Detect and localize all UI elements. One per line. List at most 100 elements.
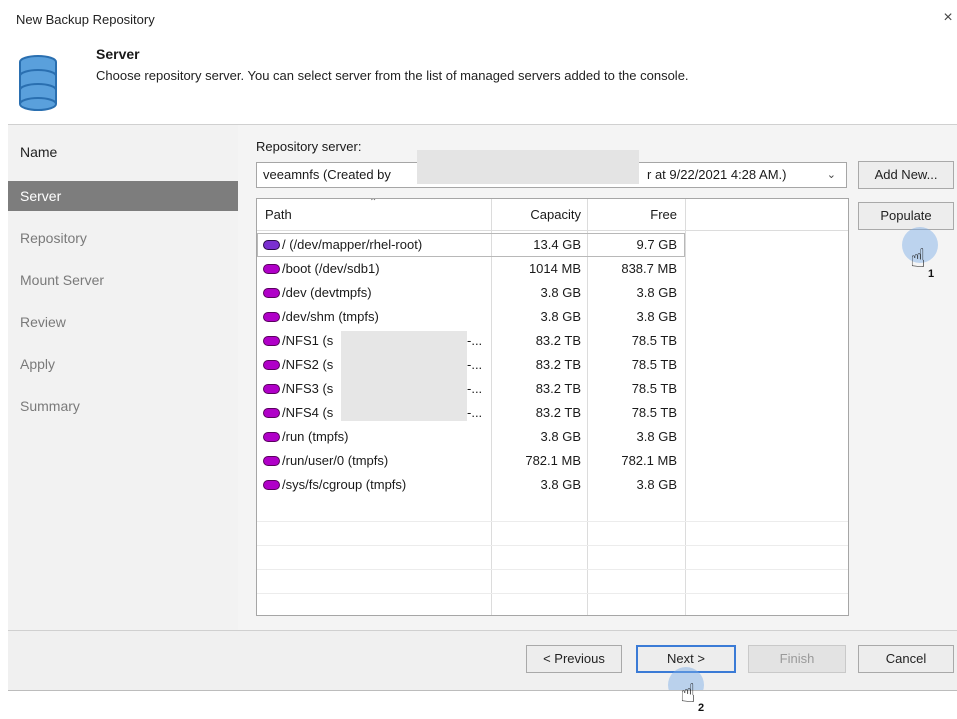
table-row[interactable]: /run/user/0 (tmpfs) 782.1 MB 782.1 MB xyxy=(257,449,685,473)
table-row[interactable]: /NFS1 (s -... 83.2 TB 78.5 TB xyxy=(257,329,685,353)
step-number-1: 1 xyxy=(928,268,935,280)
table-row[interactable]: / (/dev/mapper/rhel-root) 13.4 GB 9.7 GB xyxy=(257,233,685,257)
title-bar: New Backup Repository × xyxy=(8,0,957,34)
nav-item-apply[interactable]: Apply xyxy=(8,349,238,379)
disk-icon xyxy=(263,288,280,298)
nav-item-server[interactable]: Server xyxy=(8,181,238,211)
nav-item-name[interactable]: Name xyxy=(8,137,238,167)
row-path: /boot (/dev/sdb1) xyxy=(282,261,380,276)
row-path: /run/user/0 (tmpfs) xyxy=(282,453,389,468)
row-free: 78.5 TB xyxy=(631,381,677,396)
row-capacity: 3.8 GB xyxy=(540,477,581,492)
row-capacity: 782.1 MB xyxy=(525,453,581,468)
table-row[interactable]: /dev/shm (tmpfs) 3.8 GB 3.8 GB xyxy=(257,305,685,329)
add-new-button[interactable]: Add New... xyxy=(858,161,954,189)
finish-button[interactable]: Finish xyxy=(748,645,846,673)
row-free: 3.8 GB xyxy=(636,285,677,300)
row-free: 9.7 GB xyxy=(636,237,677,252)
row-path-ellipsis: -... xyxy=(467,333,483,348)
cancel-button[interactable]: Cancel xyxy=(858,645,954,673)
table-row[interactable]: /boot (/dev/sdb1) 1014 MB 838.7 MB xyxy=(257,257,685,281)
database-icon xyxy=(19,55,57,111)
nav-item-mount-server[interactable]: Mount Server xyxy=(8,265,238,295)
row-capacity: 3.8 GB xyxy=(540,285,581,300)
window-title: New Backup Repository xyxy=(16,12,155,27)
row-free: 78.5 TB xyxy=(631,333,677,348)
column-header-free[interactable]: Free xyxy=(593,199,677,231)
repository-server-select[interactable]: veeamnfs (Created by r at 9/22/2021 4:28… xyxy=(256,150,847,188)
selected-server-text: veeamnfs (Created by xyxy=(263,167,391,182)
disk-icon xyxy=(263,384,280,394)
selected-server-text-suffix: r at 9/22/2021 4:28 AM.) xyxy=(647,167,787,182)
table-row[interactable]: /sys/fs/cgroup (tmpfs) 3.8 GB 3.8 GB xyxy=(257,473,685,497)
row-free: 838.7 MB xyxy=(621,261,677,276)
disk-icon xyxy=(263,264,280,274)
step-title: Server xyxy=(96,46,140,62)
volumes-table[interactable]: Path ⌃ Capacity Free / (/dev/mapper/rhel… xyxy=(256,198,849,616)
hand-pointer-icon: ☝ xyxy=(910,243,926,273)
previous-button[interactable]: < Previous xyxy=(526,645,622,673)
row-path-ellipsis: -... xyxy=(467,381,483,396)
row-capacity: 83.2 TB xyxy=(535,357,581,372)
nav-item-review[interactable]: Review xyxy=(8,307,238,337)
row-capacity: 3.8 GB xyxy=(540,309,581,324)
table-row[interactable]: /NFS4 (s -... 83.2 TB 78.5 TB xyxy=(257,401,685,425)
table-header: Path ⌃ Capacity Free xyxy=(257,198,848,231)
row-path: /run (tmpfs) xyxy=(282,429,349,444)
nav-item-repository[interactable]: Repository xyxy=(8,223,238,253)
row-capacity: 3.8 GB xyxy=(540,429,581,444)
row-capacity: 83.2 TB xyxy=(535,333,581,348)
redacted-region xyxy=(417,150,639,184)
step-description: Choose repository server. You can select… xyxy=(96,68,689,83)
row-free: 78.5 TB xyxy=(631,357,677,372)
row-path-ellipsis: -... xyxy=(467,357,483,372)
row-path: /NFS2 (s xyxy=(282,357,334,372)
table-row[interactable]: /dev (devtmpfs) 3.8 GB 3.8 GB xyxy=(257,281,685,305)
column-header-capacity[interactable]: Capacity xyxy=(493,199,581,231)
wizard-footer: < Previous Next > Finish Cancel xyxy=(8,630,957,703)
new-backup-repository-dialog: New Backup Repository × Server Choose re… xyxy=(8,0,957,719)
row-path: /dev (devtmpfs) xyxy=(282,285,372,300)
row-capacity: 83.2 TB xyxy=(535,405,581,420)
disk-icon xyxy=(263,336,280,346)
row-free: 782.1 MB xyxy=(621,453,677,468)
disk-icon xyxy=(263,408,280,418)
repository-server-label: Repository server: xyxy=(256,139,362,154)
sort-ascending-icon: ⌃ xyxy=(369,198,378,208)
table-row[interactable]: /NFS3 (s -... 83.2 TB 78.5 TB xyxy=(257,377,685,401)
table-row[interactable]: /run (tmpfs) 3.8 GB 3.8 GB xyxy=(257,425,685,449)
populate-button[interactable]: Populate xyxy=(858,202,954,230)
disk-icon xyxy=(263,312,280,322)
hand-pointer-icon: ☝ xyxy=(680,678,696,708)
wizard-steps-nav: Name Server Repository Mount Server Revi… xyxy=(8,124,238,630)
disk-icon xyxy=(263,432,280,442)
row-path-ellipsis: -... xyxy=(467,405,483,420)
column-header-path[interactable]: Path xyxy=(265,199,292,231)
disk-icon xyxy=(263,480,280,490)
nav-item-summary[interactable]: Summary xyxy=(8,391,238,421)
row-path: /sys/fs/cgroup (tmpfs) xyxy=(282,477,407,492)
wizard-header: Server Choose repository server. You can… xyxy=(8,34,957,124)
row-path: /NFS4 (s xyxy=(282,405,334,420)
disk-icon xyxy=(263,360,280,370)
row-path: / (/dev/mapper/rhel-root) xyxy=(282,237,423,252)
row-capacity: 13.4 GB xyxy=(533,237,581,252)
redacted-region xyxy=(341,331,467,421)
row-free: 3.8 GB xyxy=(636,429,677,444)
table-row[interactable]: /NFS2 (s -... 83.2 TB 78.5 TB xyxy=(257,353,685,377)
row-path: /NFS3 (s xyxy=(282,381,334,396)
step-content: Repository server: veeamnfs (Created by … xyxy=(238,124,957,630)
step-number-2: 2 xyxy=(698,702,705,714)
bottom-strip xyxy=(8,690,957,719)
row-path: /NFS1 (s xyxy=(282,333,334,348)
row-capacity: 1014 MB xyxy=(528,261,581,276)
row-free: 3.8 GB xyxy=(636,309,677,324)
close-icon[interactable]: × xyxy=(941,8,955,28)
row-free: 78.5 TB xyxy=(631,405,677,420)
row-capacity: 83.2 TB xyxy=(535,381,581,396)
disk-icon xyxy=(263,240,280,250)
chevron-down-icon: ⌄ xyxy=(826,169,836,181)
disk-icon xyxy=(263,456,280,466)
row-free: 3.8 GB xyxy=(636,477,677,492)
row-path: /dev/shm (tmpfs) xyxy=(282,309,379,324)
